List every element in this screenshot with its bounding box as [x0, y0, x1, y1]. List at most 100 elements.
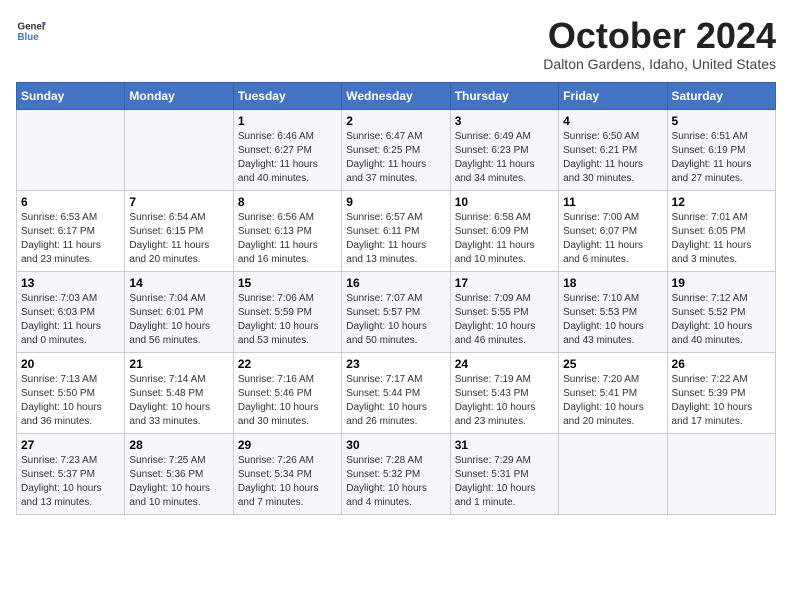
day-cell: 1 Sunrise: 6:46 AM Sunset: 6:27 PM Daylig… [233, 109, 341, 190]
day-detail: Sunrise: 7:26 AM Sunset: 5:34 PM Dayligh… [238, 454, 337, 510]
day-number: 14 [129, 276, 228, 290]
day-cell: 10 Sunrise: 6:58 AM Sunset: 6:09 PM Dayli… [450, 190, 558, 271]
title-block: October 2024 Dalton Gardens, Idaho, Unit… [543, 16, 776, 72]
day-detail: Sunrise: 7:20 AM Sunset: 5:41 PM Dayligh… [563, 373, 662, 429]
day-number: 12 [672, 195, 771, 209]
day-cell: 20Sunrise: 7:13 AM Sunset: 5:50 PM Dayli… [17, 352, 125, 433]
day-cell: 24 Sunrise: 7:19 AM Sunset: 5:43 PM Dayli… [450, 352, 558, 433]
column-header-thursday: Thursday [450, 82, 558, 109]
day-number: 26 [672, 357, 771, 371]
day-cell: 7 Sunrise: 6:54 AM Sunset: 6:15 PM Daylig… [125, 190, 233, 271]
day-detail: Sunrise: 7:01 AM Sunset: 6:05 PM Dayligh… [672, 211, 771, 267]
day-number: 29 [238, 438, 337, 452]
day-number: 17 [455, 276, 554, 290]
week-row-4: 20Sunrise: 7:13 AM Sunset: 5:50 PM Dayli… [17, 352, 776, 433]
day-cell: 28 Sunrise: 7:25 AM Sunset: 5:36 PM Dayli… [125, 433, 233, 514]
day-number: 25 [563, 357, 662, 371]
day-detail: Sunrise: 7:23 AM Sunset: 5:37 PM Dayligh… [21, 454, 120, 510]
day-detail: Sunrise: 7:29 AM Sunset: 5:31 PM Dayligh… [455, 454, 554, 510]
day-cell: 3 Sunrise: 6:49 AM Sunset: 6:23 PM Daylig… [450, 109, 558, 190]
day-number: 10 [455, 195, 554, 209]
day-number: 3 [455, 114, 554, 128]
calendar-subtitle: Dalton Gardens, Idaho, United States [543, 56, 776, 72]
calendar-table: SundayMondayTuesdayWednesdayThursdayFrid… [16, 82, 776, 515]
header-row: SundayMondayTuesdayWednesdayThursdayFrid… [17, 82, 776, 109]
day-cell: 14 Sunrise: 7:04 AM Sunset: 6:01 PM Dayli… [125, 271, 233, 352]
day-cell: 23Sunrise: 7:17 AM Sunset: 5:44 PM Dayli… [342, 352, 450, 433]
day-detail: Sunrise: 6:53 AM Sunset: 6:17 PM Dayligh… [21, 211, 120, 267]
day-number: 2 [346, 114, 445, 128]
day-detail: Sunrise: 7:12 AM Sunset: 5:52 PM Dayligh… [672, 292, 771, 348]
week-row-5: 27Sunrise: 7:23 AM Sunset: 5:37 PM Dayli… [17, 433, 776, 514]
day-cell [17, 109, 125, 190]
day-cell: 4Sunrise: 6:50 AM Sunset: 6:21 PM Daylig… [559, 109, 667, 190]
day-detail: Sunrise: 6:56 AM Sunset: 6:13 PM Dayligh… [238, 211, 337, 267]
page-header: General Blue General Blue October 2024 D… [16, 16, 776, 72]
day-cell: 25 Sunrise: 7:20 AM Sunset: 5:41 PM Dayli… [559, 352, 667, 433]
day-detail: Sunrise: 7:06 AM Sunset: 5:59 PM Dayligh… [238, 292, 337, 348]
column-header-friday: Friday [559, 82, 667, 109]
day-cell: 12 Sunrise: 7:01 AM Sunset: 6:05 PM Dayli… [667, 190, 775, 271]
day-cell: 8Sunrise: 6:56 AM Sunset: 6:13 PM Daylig… [233, 190, 341, 271]
week-row-3: 13Sunrise: 7:03 AM Sunset: 6:03 PM Dayli… [17, 271, 776, 352]
day-detail: Sunrise: 7:10 AM Sunset: 5:53 PM Dayligh… [563, 292, 662, 348]
day-cell: 31 Sunrise: 7:29 AM Sunset: 5:31 PM Dayli… [450, 433, 558, 514]
day-number: 20 [21, 357, 120, 371]
day-cell [125, 109, 233, 190]
column-header-monday: Monday [125, 82, 233, 109]
day-number: 19 [672, 276, 771, 290]
day-number: 21 [129, 357, 228, 371]
day-number: 24 [455, 357, 554, 371]
day-cell: 13Sunrise: 7:03 AM Sunset: 6:03 PM Dayli… [17, 271, 125, 352]
day-detail: Sunrise: 7:07 AM Sunset: 5:57 PM Dayligh… [346, 292, 445, 348]
day-detail: Sunrise: 6:46 AM Sunset: 6:27 PM Dayligh… [238, 130, 337, 186]
column-header-tuesday: Tuesday [233, 82, 341, 109]
svg-text:General: General [18, 22, 47, 33]
day-number: 15 [238, 276, 337, 290]
day-cell: 21Sunrise: 7:14 AM Sunset: 5:48 PM Dayli… [125, 352, 233, 433]
day-cell [559, 433, 667, 514]
day-number: 1 [238, 114, 337, 128]
day-number: 31 [455, 438, 554, 452]
day-cell [667, 433, 775, 514]
day-detail: Sunrise: 7:16 AM Sunset: 5:46 PM Dayligh… [238, 373, 337, 429]
day-number: 30 [346, 438, 445, 452]
day-detail: Sunrise: 7:04 AM Sunset: 6:01 PM Dayligh… [129, 292, 228, 348]
day-number: 6 [21, 195, 120, 209]
day-cell: 16Sunrise: 7:07 AM Sunset: 5:57 PM Dayli… [342, 271, 450, 352]
day-cell: 26Sunrise: 7:22 AM Sunset: 5:39 PM Dayli… [667, 352, 775, 433]
day-detail: Sunrise: 7:03 AM Sunset: 6:03 PM Dayligh… [21, 292, 120, 348]
day-detail: Sunrise: 7:28 AM Sunset: 5:32 PM Dayligh… [346, 454, 445, 510]
day-cell: 29 Sunrise: 7:26 AM Sunset: 5:34 PM Dayli… [233, 433, 341, 514]
day-detail: Sunrise: 7:19 AM Sunset: 5:43 PM Dayligh… [455, 373, 554, 429]
column-header-wednesday: Wednesday [342, 82, 450, 109]
day-number: 9 [346, 195, 445, 209]
day-cell: 5Sunrise: 6:51 AM Sunset: 6:19 PM Daylig… [667, 109, 775, 190]
day-number: 7 [129, 195, 228, 209]
day-detail: Sunrise: 6:54 AM Sunset: 6:15 PM Dayligh… [129, 211, 228, 267]
svg-text:Blue: Blue [18, 32, 40, 43]
day-cell: 19 Sunrise: 7:12 AM Sunset: 5:52 PM Dayli… [667, 271, 775, 352]
day-cell: 22Sunrise: 7:16 AM Sunset: 5:46 PM Dayli… [233, 352, 341, 433]
day-detail: Sunrise: 6:50 AM Sunset: 6:21 PM Dayligh… [563, 130, 662, 186]
day-cell: 6 Sunrise: 6:53 AM Sunset: 6:17 PM Daylig… [17, 190, 125, 271]
day-cell: 15 Sunrise: 7:06 AM Sunset: 5:59 PM Dayli… [233, 271, 341, 352]
day-number: 11 [563, 195, 662, 209]
week-row-2: 6 Sunrise: 6:53 AM Sunset: 6:17 PM Daylig… [17, 190, 776, 271]
day-number: 5 [672, 114, 771, 128]
week-row-1: 1 Sunrise: 6:46 AM Sunset: 6:27 PM Daylig… [17, 109, 776, 190]
day-cell: 11 Sunrise: 7:00 AM Sunset: 6:07 PM Dayli… [559, 190, 667, 271]
column-header-sunday: Sunday [17, 82, 125, 109]
day-detail: Sunrise: 6:49 AM Sunset: 6:23 PM Dayligh… [455, 130, 554, 186]
day-detail: Sunrise: 6:58 AM Sunset: 6:09 PM Dayligh… [455, 211, 554, 267]
day-number: 23 [346, 357, 445, 371]
day-detail: Sunrise: 6:57 AM Sunset: 6:11 PM Dayligh… [346, 211, 445, 267]
day-detail: Sunrise: 7:09 AM Sunset: 5:55 PM Dayligh… [455, 292, 554, 348]
day-detail: Sunrise: 7:25 AM Sunset: 5:36 PM Dayligh… [129, 454, 228, 510]
day-number: 28 [129, 438, 228, 452]
day-number: 18 [563, 276, 662, 290]
day-cell: 27Sunrise: 7:23 AM Sunset: 5:37 PM Dayli… [17, 433, 125, 514]
day-cell: 9 Sunrise: 6:57 AM Sunset: 6:11 PM Daylig… [342, 190, 450, 271]
day-detail: Sunrise: 7:00 AM Sunset: 6:07 PM Dayligh… [563, 211, 662, 267]
day-detail: Sunrise: 6:47 AM Sunset: 6:25 PM Dayligh… [346, 130, 445, 186]
